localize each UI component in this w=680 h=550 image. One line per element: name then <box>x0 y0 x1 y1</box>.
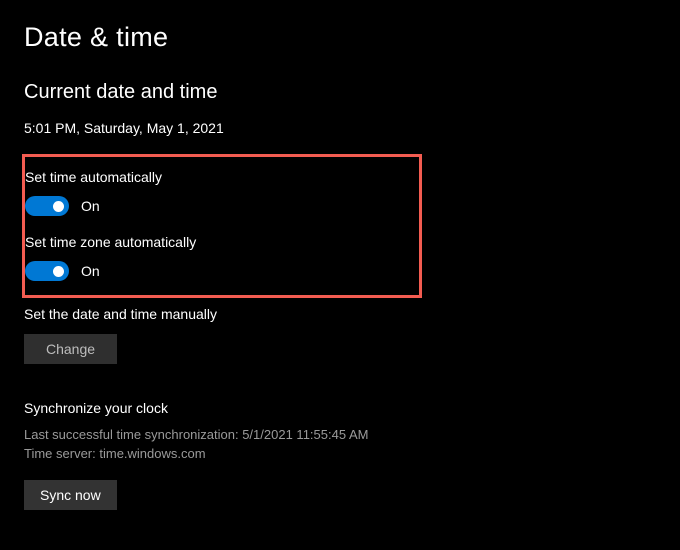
set-zone-auto-toggle[interactable] <box>25 261 69 281</box>
highlight-box: Set time automatically On Set time zone … <box>22 154 422 298</box>
sync-now-button[interactable]: Sync now <box>24 480 117 510</box>
set-time-auto-toggle[interactable] <box>25 196 69 216</box>
toggle-knob-icon <box>53 201 64 212</box>
set-zone-auto-label: Set time zone automatically <box>25 234 409 250</box>
set-time-auto-row: On <box>25 196 409 216</box>
sync-clock-section: Synchronize your clock Last successful t… <box>24 400 656 510</box>
sync-clock-info: Last successful time synchronization: 5/… <box>24 426 656 464</box>
set-time-auto-block: Set time automatically On <box>25 169 409 216</box>
sync-clock-heading: Synchronize your clock <box>24 400 656 416</box>
set-zone-auto-row: On <box>25 261 409 281</box>
sync-last-success: Last successful time synchronization: 5/… <box>24 426 656 445</box>
change-button[interactable]: Change <box>24 334 117 364</box>
manual-datetime-label: Set the date and time manually <box>24 306 656 322</box>
set-zone-auto-block: Set time zone automatically On <box>25 234 409 281</box>
page-title: Date & time <box>24 22 656 53</box>
set-zone-auto-state: On <box>81 263 100 279</box>
current-datetime-heading: Current date and time <box>24 81 656 104</box>
sync-time-server: Time server: time.windows.com <box>24 445 656 464</box>
manual-datetime-section: Set the date and time manually Change <box>24 306 656 364</box>
current-datetime-value: 5:01 PM, Saturday, May 1, 2021 <box>24 120 656 136</box>
set-time-auto-label: Set time automatically <box>25 169 409 185</box>
set-time-auto-state: On <box>81 198 100 214</box>
toggle-knob-icon <box>53 266 64 277</box>
